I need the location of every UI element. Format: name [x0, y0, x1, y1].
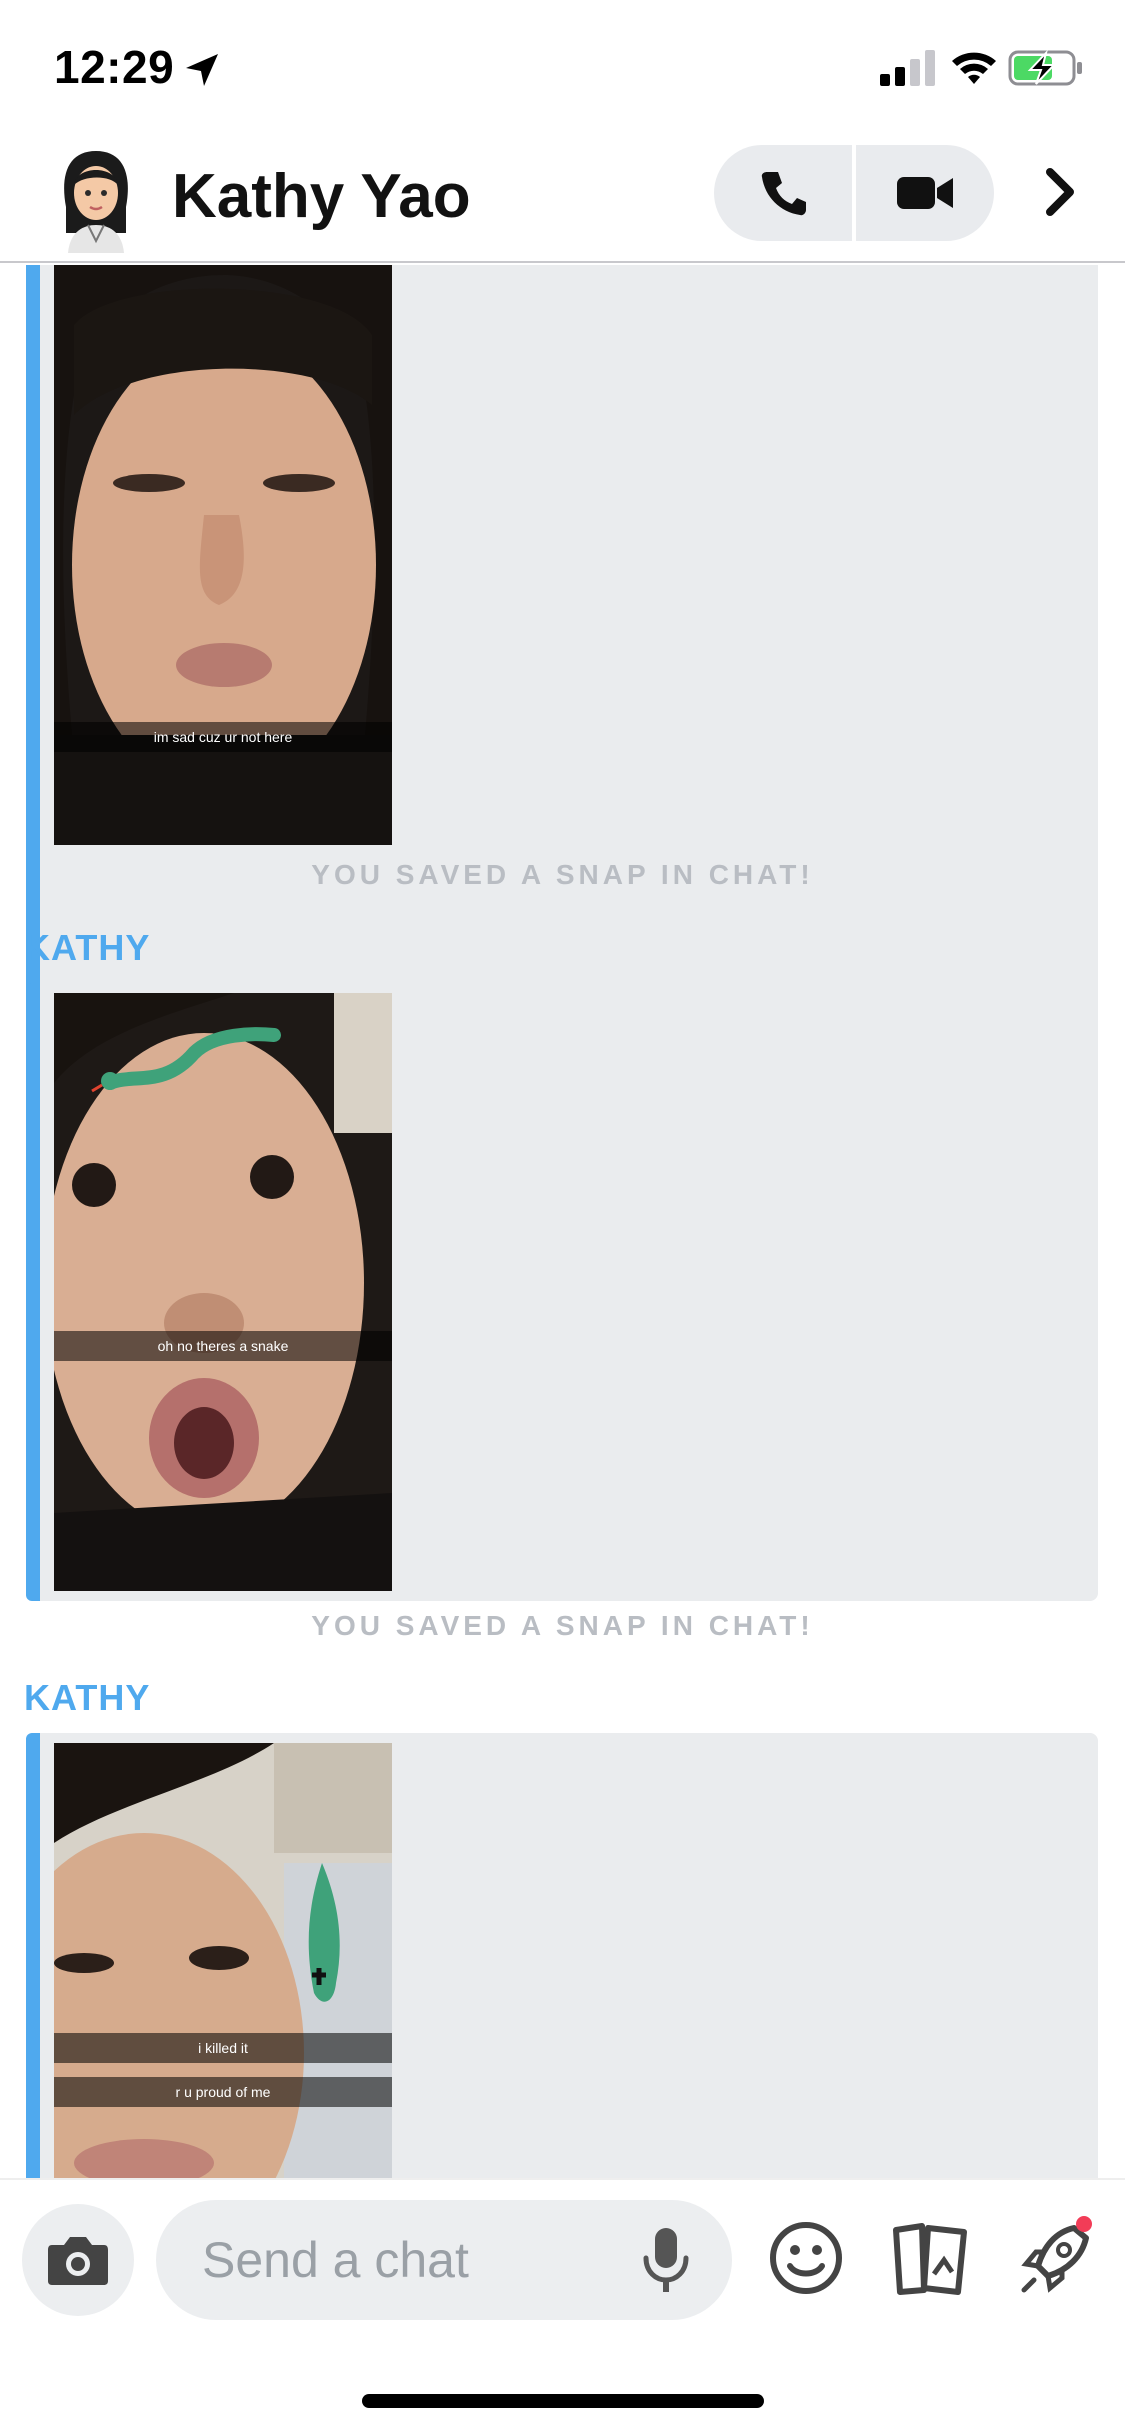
selfie-photo — [54, 993, 392, 1591]
snap-image[interactable]: i killed it r u proud of me — [54, 1743, 392, 2178]
chat-profile-button[interactable] — [1030, 157, 1090, 227]
status-time: 12:29 — [54, 41, 175, 93]
chat-thread[interactable]: im sad cuz ur not here YOU SAVED A SNAP … — [0, 265, 1125, 2178]
camera-icon — [48, 2237, 108, 2285]
selfie-photo — [54, 1743, 392, 2178]
location-arrow-icon — [186, 54, 218, 86]
video-camera-icon — [897, 177, 953, 209]
sender-color-bar — [26, 983, 40, 1601]
call-button-group — [714, 145, 994, 241]
audio-call-button[interactable] — [714, 145, 852, 241]
snap-image[interactable]: im sad cuz ur not here — [54, 265, 392, 845]
phone-icon — [761, 172, 806, 216]
contact-name[interactable]: Kathy Yao — [172, 153, 471, 241]
saved-snap-notice: YOU SAVED A SNAP IN CHAT! — [311, 859, 814, 890]
status-bar: 12:29 — [0, 0, 1125, 135]
snap-caption: r u proud of me — [54, 2077, 392, 2107]
wifi-icon — [952, 52, 996, 84]
snap-caption: oh no theres a snake — [54, 1331, 392, 1361]
camera-button[interactable] — [22, 2204, 134, 2316]
snap-image[interactable]: oh no theres a snake — [54, 993, 392, 1591]
snap-caption: im sad cuz ur not here — [54, 722, 392, 752]
saved-snap-message[interactable]: oh no theres a snake — [26, 983, 1098, 1601]
snap-caption: i killed it — [54, 2033, 392, 2063]
microphone-icon[interactable] — [640, 2224, 692, 2296]
chevron-right-icon — [1046, 168, 1074, 216]
smiley-icon[interactable] — [768, 2220, 844, 2296]
sender-color-bar — [26, 1733, 40, 2178]
selfie-photo — [54, 265, 392, 845]
video-call-button[interactable] — [856, 145, 994, 241]
cellular-signal-icon — [880, 50, 935, 86]
home-indicator[interactable] — [362, 2394, 764, 2408]
sender-label: KATHY — [24, 1677, 151, 1718]
avatar[interactable] — [52, 145, 140, 253]
saved-snap-notice: YOU SAVED A SNAP IN CHAT! — [311, 1610, 814, 1641]
cards-icon[interactable] — [888, 2220, 972, 2296]
sender-label: KATHY — [24, 927, 151, 968]
battery-charging-icon — [1008, 50, 1082, 86]
rocket-icon[interactable] — [1014, 2216, 1096, 2298]
snap-message[interactable]: i killed it r u proud of me — [26, 1733, 1098, 2178]
chat-header: Kathy Yao — [0, 135, 1125, 263]
